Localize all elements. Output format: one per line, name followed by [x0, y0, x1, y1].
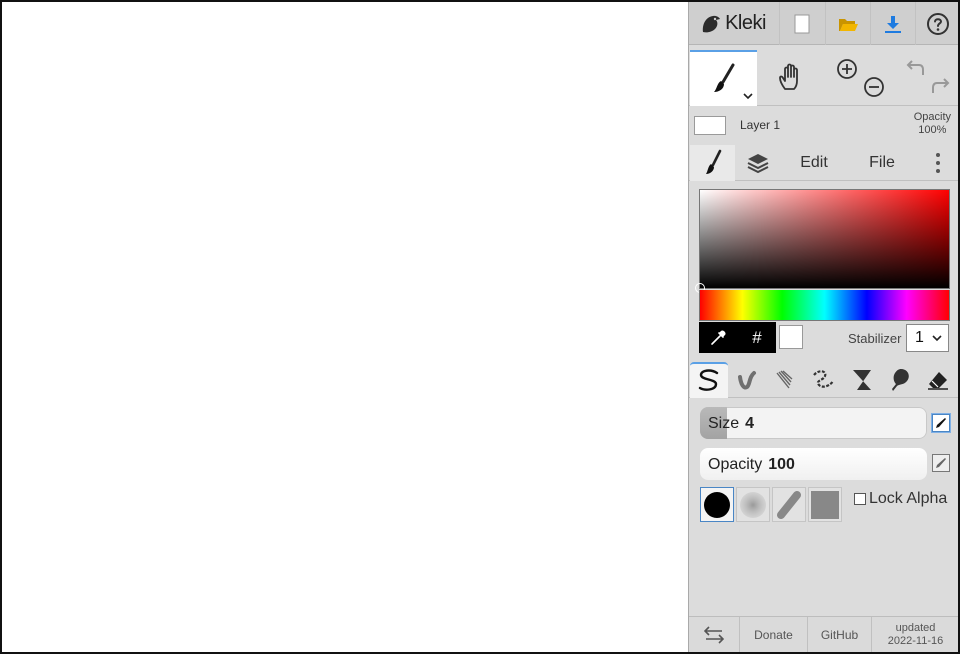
pixel-brush-icon [813, 370, 834, 388]
shape-square-button[interactable] [808, 487, 842, 522]
eraser-button[interactable] [919, 362, 957, 398]
redo-icon[interactable] [929, 76, 951, 96]
more-vertical-icon [936, 153, 940, 173]
open-image-button[interactable] [825, 2, 870, 45]
pen-pressure-icon [936, 458, 946, 468]
layer-preview-row: Layer 1 Opacity 100% [689, 107, 958, 145]
stabilizer-select[interactable]: 1 [906, 324, 949, 352]
eyedropper-icon [711, 329, 726, 345]
opacity-label-text: Opacity [708, 456, 763, 473]
primary-color-swatch: # [699, 322, 776, 353]
opacity-slider[interactable]: Opacity 100 [700, 448, 927, 480]
pen-brush-icon [698, 369, 719, 391]
opacity-slider-label: Opacity 100 [708, 456, 795, 474]
opacity-pressure-toggle[interactable] [932, 454, 950, 472]
new-file-icon [794, 14, 810, 33]
sketchy-brush-icon [776, 370, 793, 389]
square-shape-icon [811, 490, 839, 519]
soft-circle-shape-icon [740, 491, 766, 518]
pen-pressure-icon [936, 418, 946, 428]
updated-label: updated [895, 622, 936, 634]
chevron-down-icon [932, 335, 942, 342]
help-icon [927, 12, 949, 35]
hue-slider[interactable] [699, 290, 950, 321]
top-bar: Kleki [689, 2, 958, 45]
swap-icon [704, 626, 724, 644]
shape-chisel-button[interactable] [772, 487, 806, 522]
layers-icon [747, 154, 769, 174]
circle-shape-icon [704, 491, 730, 518]
drawing-canvas[interactable] [2, 2, 688, 652]
chevron-down-icon [743, 93, 753, 100]
tab-edit[interactable]: Edit [781, 145, 847, 181]
size-slider[interactable]: Size 4 [700, 407, 927, 439]
zoom-out-icon[interactable] [863, 76, 885, 98]
size-label-text: Size [708, 415, 740, 432]
tool-panel: Kleki Layer 1 Opacity 100% Edit File # S… [688, 2, 958, 652]
tab-file[interactable]: File [849, 145, 915, 181]
app-name: Kleki [725, 12, 766, 34]
panel-footer: Donate GitHub updated 2022-11-16 [689, 616, 958, 652]
brush-icon [713, 63, 734, 92]
hand-icon [779, 63, 798, 90]
layer-opacity: Opacity 100% [914, 111, 951, 137]
opacity-value: 100 [768, 456, 795, 473]
tab-brush[interactable] [690, 145, 735, 181]
pen-brush-button[interactable] [690, 362, 728, 398]
zoom-buttons [826, 50, 892, 106]
layer-name: Layer 1 [740, 118, 781, 132]
smudge-brush-icon [892, 369, 909, 391]
hex-input-button[interactable]: # [738, 322, 776, 353]
panel-tabs: Edit File [689, 145, 958, 181]
tab-layers[interactable] [736, 145, 780, 181]
pixel-brush-button[interactable] [805, 362, 843, 398]
stabilizer-label: Stabilizer [848, 331, 902, 346]
download-icon [885, 15, 901, 33]
eraser-icon [928, 372, 948, 390]
chemy-brush-button[interactable] [843, 362, 881, 398]
history-buttons [893, 50, 958, 106]
brush-tool-button[interactable] [690, 50, 757, 106]
help-button[interactable] [915, 2, 958, 45]
layer-thumbnail[interactable] [694, 116, 726, 135]
github-link[interactable]: GitHub [808, 617, 872, 652]
swap-panel-side-button[interactable] [689, 617, 740, 652]
chisel-shape-icon [777, 490, 801, 519]
tab-more[interactable] [917, 145, 958, 181]
size-slider-label: Size 4 [708, 415, 754, 433]
sketchy-brush-button[interactable] [766, 362, 804, 398]
shape-soft-button[interactable] [736, 487, 770, 522]
updated-info[interactable]: updated 2022-11-16 [872, 617, 958, 652]
smudge-brush-button[interactable] [881, 362, 919, 398]
tool-row [689, 50, 958, 106]
size-pressure-toggle[interactable] [932, 414, 950, 432]
folder-icon [839, 18, 858, 31]
secondary-color-swatch[interactable] [779, 325, 803, 349]
brush-type-row [689, 362, 958, 398]
blend-brush-button[interactable] [728, 362, 766, 398]
saturation-value-picker[interactable] [695, 189, 950, 293]
layer-opacity-label: Opacity [913, 111, 951, 123]
lock-alpha-toggle[interactable]: Lock Alpha [854, 490, 947, 508]
stabilizer-value: 1 [915, 329, 924, 346]
shape-circle-button[interactable] [700, 487, 734, 522]
zoom-in-icon[interactable] [836, 58, 858, 80]
hand-tool-button[interactable] [757, 50, 825, 106]
lock-alpha-checkbox[interactable] [854, 493, 866, 505]
brush-icon [705, 149, 721, 174]
lock-alpha-label: Lock Alpha [869, 490, 948, 507]
layer-opacity-value: 100% [918, 124, 947, 136]
save-image-button[interactable] [870, 2, 915, 45]
blend-brush-icon [738, 371, 756, 390]
eyedropper-button[interactable] [699, 322, 737, 353]
donate-link[interactable]: Donate [740, 617, 808, 652]
size-value: 4 [745, 415, 755, 432]
kleki-bird-icon [702, 15, 721, 32]
undo-icon[interactable] [905, 58, 927, 78]
kleki-logo[interactable]: Kleki [689, 2, 777, 45]
new-image-button[interactable] [779, 2, 824, 45]
app-window: Kleki Layer 1 Opacity 100% Edit File # S… [0, 0, 960, 654]
updated-date: 2022-11-16 [887, 635, 944, 647]
chemy-brush-icon [853, 370, 871, 390]
